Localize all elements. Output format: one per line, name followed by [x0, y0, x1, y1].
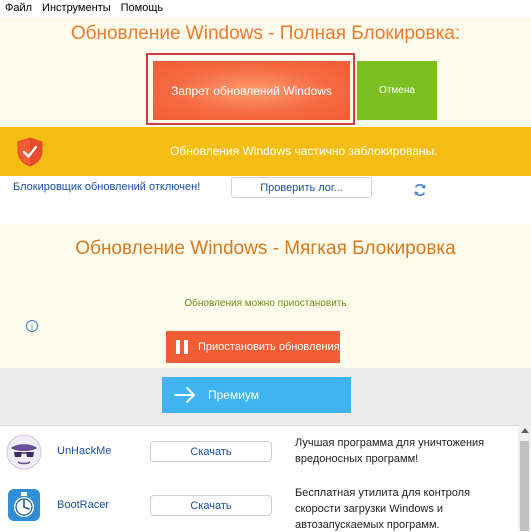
status-text: Обновления Windows частично заблокирован…: [170, 144, 438, 158]
menu-file[interactable]: Файл: [0, 0, 37, 17]
refresh-icon[interactable]: [413, 183, 427, 197]
scroll-up-icon[interactable]: [518, 427, 531, 437]
check-log-button[interactable]: Проверить лог...: [231, 177, 372, 198]
full-lock-section: Обновление Windows - Полная Блокировка: …: [0, 17, 531, 127]
premium-label: Премиум: [208, 388, 260, 402]
product-description: Бесплатная утилита для контроля скорости…: [295, 487, 471, 531]
product-name[interactable]: BootRacer: [57, 499, 109, 511]
shield-check-icon: [17, 137, 43, 167]
menu-help[interactable]: Помощь: [116, 0, 169, 17]
soft-lock-title: Обновление Windows - Мягкая Блокировка: [75, 238, 456, 259]
status-banner: Обновления Windows частично заблокирован…: [0, 127, 531, 176]
list-item: BootRacer Скачать Бесплатная утилита для…: [0, 480, 518, 532]
blocker-status-text: Блокировщик обновлений отключен!: [13, 181, 201, 193]
list-item: UnHackMe Скачать Лучшая программа для ун…: [0, 426, 518, 478]
product-description: Лучшая программа для уничтожения вредоно…: [295, 437, 485, 465]
download-button[interactable]: Скачать: [150, 495, 272, 516]
premium-button[interactable]: Премиум: [162, 377, 351, 413]
info-icon[interactable]: i: [26, 320, 38, 332]
soft-lock-subtitle: Обновления можно приостановить: [184, 298, 347, 309]
product-list: UnHackMe Скачать Лучшая программа для ун…: [0, 425, 518, 532]
soft-lock-section: Обновление Windows - Мягкая Блокировка О…: [0, 224, 531, 368]
pause-updates-button[interactable]: Приостановить обновления: [166, 331, 340, 363]
download-button[interactable]: Скачать: [150, 441, 272, 462]
menu-tools[interactable]: Инструменты: [37, 0, 116, 17]
scrollbar[interactable]: [518, 425, 531, 531]
product-name[interactable]: UnHackMe: [57, 445, 111, 457]
blocker-row: Блокировщик обновлений отключен! Провери…: [0, 176, 531, 224]
arrow-right-icon: [174, 387, 195, 403]
block-updates-button[interactable]: Запрет обновлений Windows: [153, 61, 350, 120]
pause-icon: [176, 340, 188, 354]
menu-bar: Файл Инструменты Помощь: [0, 0, 531, 17]
scroll-thumb[interactable]: [520, 441, 529, 531]
full-lock-title: Обновление Windows - Полная Блокировка:: [70, 23, 461, 44]
premium-band: Премиум: [0, 368, 531, 425]
bootracer-icon: [8, 489, 40, 521]
pause-updates-label: Приостановить обновления: [198, 341, 340, 353]
cancel-button[interactable]: Отмена: [357, 61, 437, 120]
unhackme-icon: [6, 434, 42, 470]
